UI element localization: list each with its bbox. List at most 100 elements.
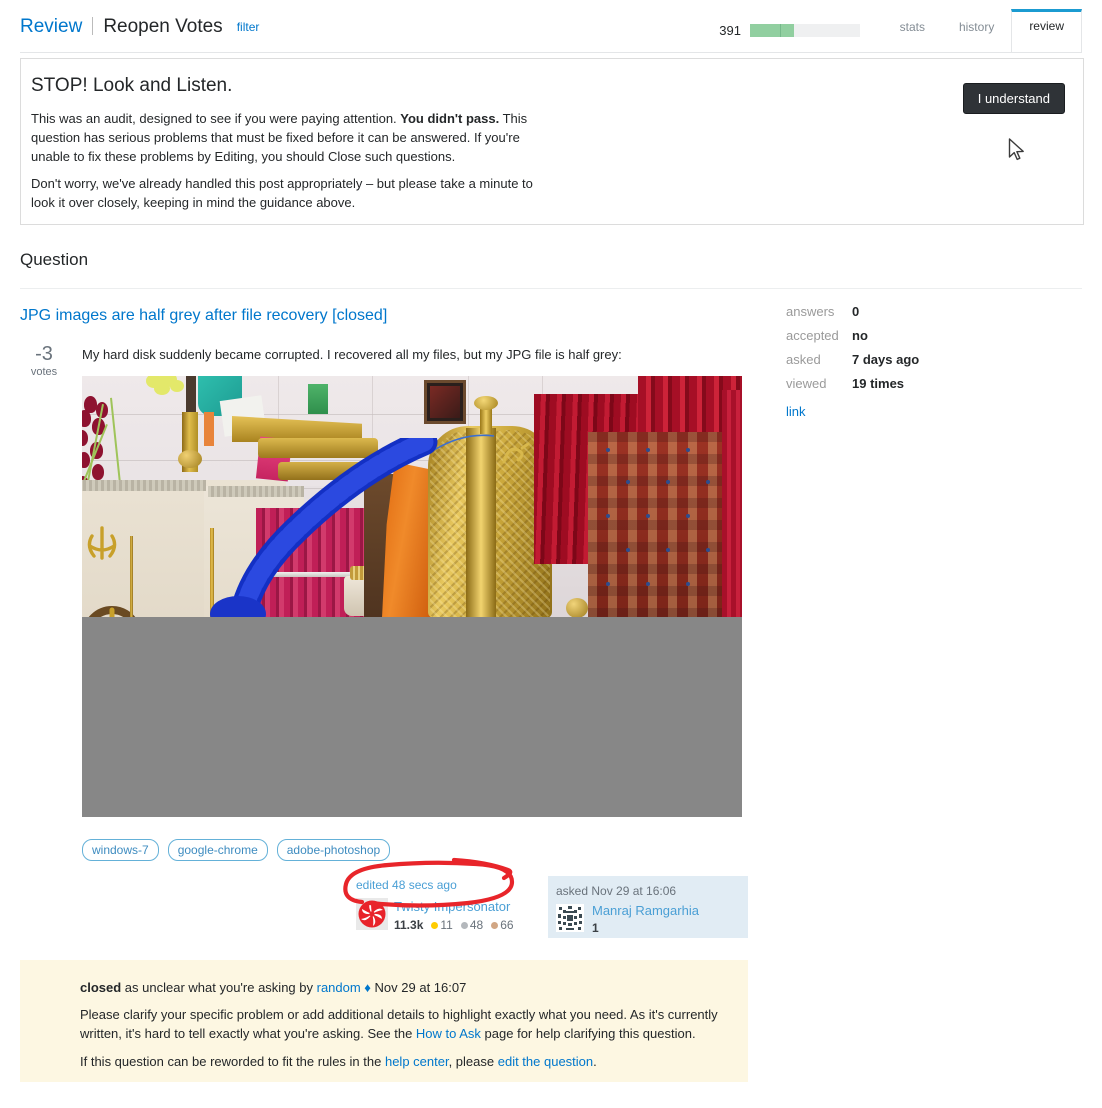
bronze-badge-icon — [491, 921, 499, 929]
tab-history[interactable]: history — [942, 12, 1011, 53]
progress-fill — [750, 24, 794, 37]
moderator-diamond-icon: ♦ — [360, 980, 375, 995]
question-title-link[interactable]: JPG images are half grey after file reco… — [20, 307, 387, 325]
avatar[interactable] — [556, 904, 584, 932]
photo-red-edge — [722, 390, 742, 617]
mouse-pointer-arrow-icon — [1008, 138, 1024, 161]
closed-notice-body: Please clarify your specific problem or … — [80, 1005, 732, 1043]
photo-ik-onkar-symbol — [502, 442, 530, 464]
image-intact-half — [82, 376, 742, 617]
photo-palki-knob — [474, 396, 498, 410]
audit-text-a: This was an audit, designed to see if yo… — [31, 111, 401, 126]
stat-row-viewed: viewed 19 times — [786, 376, 1006, 400]
stat-value: 7 days ago — [852, 352, 920, 367]
breadcrumb-separator — [92, 17, 94, 35]
stat-label: accepted — [786, 328, 839, 343]
breadcrumb-review-link[interactable]: Review — [20, 17, 82, 36]
closed-footer-c: . — [593, 1054, 597, 1069]
closed-footer-b: , please — [448, 1054, 498, 1069]
closed-notice-reason: closed as unclear what you're asking by … — [80, 978, 720, 997]
breadcrumb: Review Reopen Votes filter — [20, 14, 259, 36]
question-body-text: My hard disk suddenly became corrupted. … — [82, 347, 622, 362]
asker-reputation: 1 — [592, 921, 599, 935]
audit-text-bold: You didn't pass. — [400, 111, 500, 126]
avatar[interactable] — [356, 898, 388, 930]
stat-row-answers: answers 0 — [786, 304, 1006, 328]
audit-notice-paragraph-2: Don't worry, we've already handled this … — [31, 176, 533, 210]
silver-badge[interactable]: 48 — [460, 918, 484, 932]
stat-label: answers — [786, 304, 835, 319]
audit-notice-paragraph-1: This was an audit, designed to see if yo… — [31, 109, 551, 166]
closed-body-b: page for help clarifying this question. — [480, 1026, 696, 1041]
stat-value: 19 times — [852, 376, 905, 391]
edit-signature-card: edited 48 secs ago Twisty Impersonator 1… — [352, 878, 537, 936]
page-header: Review Reopen Votes filter 391 stats his… — [0, 0, 1102, 54]
review-progress: 391 — [719, 23, 860, 38]
stat-row-asked: asked 7 days ago — [786, 352, 1006, 376]
editor-reputation: 11.3k 11 48 66 — [394, 918, 514, 932]
page-title: Question — [20, 250, 89, 269]
closed-reason-text: as unclear what you're asking by — [121, 980, 317, 995]
pinwheel-swirl-avatar-icon — [358, 900, 386, 928]
photo-palki-band — [466, 428, 496, 617]
photo-khanda-emblem-lower — [88, 606, 136, 617]
question-image[interactable] — [82, 376, 742, 817]
header-inner: Review Reopen Votes filter 391 stats his… — [20, 0, 1082, 53]
header-tabs: stats history review — [883, 9, 1082, 53]
section-divider — [20, 288, 1082, 289]
tab-stats[interactable]: stats — [883, 12, 942, 53]
question-stats-panel: answers 0 accepted no asked 7 days ago v… — [786, 304, 1006, 419]
stat-value: 0 — [852, 304, 860, 319]
help-center-link[interactable]: help center — [385, 1054, 449, 1069]
image-corrupted-grey-half — [82, 617, 742, 817]
audit-notice-box: STOP! Look and Listen. This was an audit… — [20, 58, 1084, 225]
closed-bold-word: closed — [80, 980, 122, 995]
question-link[interactable]: link — [786, 404, 1006, 419]
progress-count: 391 — [719, 23, 741, 38]
filter-link[interactable]: filter — [237, 20, 260, 34]
gold-badge[interactable]: 11 — [431, 918, 453, 932]
queue-title: Reopen Votes — [103, 16, 223, 37]
photo-gold-ball — [566, 598, 588, 617]
asker-signature-card: asked Nov 29 at 16:06 Manraj Ramgarhia 1 — [548, 876, 748, 938]
gold-badge-count: 11 — [440, 918, 453, 932]
stat-value: no — [852, 328, 868, 343]
vote-cell: -3 votes — [24, 343, 64, 379]
tag-adobe-photoshop[interactable]: adobe-photoshop — [276, 839, 391, 861]
vote-label: votes — [30, 366, 58, 378]
asked-timestamp: asked Nov 29 at 16:06 — [556, 884, 677, 898]
tag-google-chrome[interactable]: google-chrome — [167, 839, 268, 861]
stat-label: viewed — [786, 376, 827, 391]
tag-list: windows-7 google-chrome adobe-photoshop — [82, 839, 391, 861]
audit-notice-title: STOP! Look and Listen. — [31, 75, 233, 96]
edited-timestamp-link[interactable]: edited 48 secs ago — [356, 878, 457, 892]
identicon-avatar-icon — [556, 904, 584, 932]
silver-badge-icon — [460, 921, 468, 929]
photo-gold-rod — [130, 536, 133, 617]
silver-badge-count: 48 — [469, 918, 484, 932]
edit-question-link[interactable]: edit the question — [498, 1054, 593, 1069]
vote-count: -3 — [35, 343, 53, 365]
progress-tick — [779, 24, 781, 37]
bronze-badge[interactable]: 66 — [491, 918, 514, 932]
how-to-ask-link[interactable]: How to Ask — [416, 1026, 481, 1041]
i-understand-button[interactable]: I understand — [962, 83, 1065, 114]
header-divider — [20, 52, 1082, 53]
progress-bar — [750, 24, 860, 37]
tag-windows-7[interactable]: windows-7 — [82, 839, 159, 861]
closer-username[interactable]: random — [317, 980, 361, 995]
asker-username[interactable]: Manraj Ramgarhia — [592, 903, 699, 918]
bronze-badge-count: 66 — [500, 918, 514, 932]
closed-footer-a: If this question can be reworded to fit … — [80, 1054, 385, 1069]
photo-blue-string — [434, 434, 495, 451]
closed-date: Nov 29 at 16:07 — [374, 980, 467, 995]
editor-username[interactable]: Twisty Impersonator — [394, 899, 510, 914]
closed-notice: closed as unclear what you're asking by … — [20, 960, 748, 1082]
closed-notice-footer: If this question can be reworded to fit … — [80, 1052, 732, 1071]
photo-brocade-textile — [588, 432, 742, 617]
photo-khanda-emblem — [87, 526, 117, 560]
photo-green-tile — [308, 384, 328, 414]
stat-row-accepted: accepted no — [786, 328, 1006, 352]
tab-review[interactable]: review — [1011, 9, 1082, 53]
photo-blue-garland — [210, 438, 438, 617]
